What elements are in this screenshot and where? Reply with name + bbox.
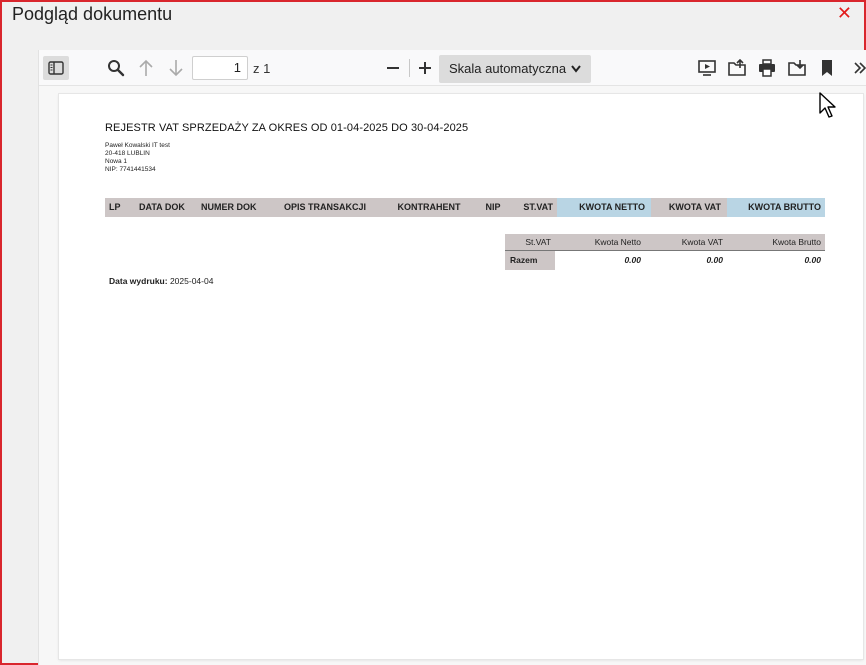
more-tools-button[interactable] xyxy=(849,56,866,80)
column-header: OPIS TRANSAKCJI xyxy=(267,198,383,217)
column-header: NUMER DOK xyxy=(197,198,267,217)
sidebar-toggle-icon xyxy=(48,61,64,75)
column-header: LP xyxy=(105,198,135,217)
company-street: Nowa 1 xyxy=(105,158,128,165)
sidebar-toggle-button[interactable] xyxy=(43,56,69,80)
zoom-in-button[interactable] xyxy=(411,56,439,80)
summary-netto-value: 0.00 xyxy=(624,255,641,265)
summary-column-header: St.VAT xyxy=(505,234,555,250)
summary-vat-value: 0.00 xyxy=(706,255,723,265)
open-file-icon xyxy=(728,59,746,76)
search-icon xyxy=(108,60,125,77)
column-header: ST.VAT xyxy=(511,198,557,217)
download-icon xyxy=(788,60,806,76)
summary-header: St.VAT Kwota Netto Kwota VAT Kwota Brutt… xyxy=(505,234,825,251)
presentation-mode-button[interactable] xyxy=(695,56,719,80)
company-nip: NIP: 7741441534 xyxy=(105,166,156,173)
viewer-toolbar: 1 z 1 Skala automatyczna xyxy=(39,50,866,86)
previous-page-button[interactable] xyxy=(133,56,159,80)
scale-select-value: Skala automatyczna xyxy=(449,61,567,76)
bookmark-button[interactable] xyxy=(815,56,839,80)
company-info: Paweł Kowalski IT test 20-418 LUBLIN Now… xyxy=(105,142,170,174)
summary-row: Razem 0.00 0.00 0.00 xyxy=(505,251,825,270)
page-number-input[interactable]: 1 xyxy=(192,56,248,80)
find-button[interactable] xyxy=(103,56,129,80)
arrow-up-icon xyxy=(139,59,153,76)
download-button[interactable] xyxy=(785,56,809,80)
print-date: Data wydruku: 2025-04-04 xyxy=(109,276,213,286)
document-page: REJESTR VAT SPRZEDAŻY ZA OKRES OD 01-04-… xyxy=(59,94,863,659)
dialog-header: Podgląd dokumentu ✕ xyxy=(2,2,864,36)
next-page-button[interactable] xyxy=(163,56,189,80)
summary-column-header: Kwota Brutto xyxy=(727,234,825,250)
company-name: Paweł Kowalski IT test xyxy=(105,142,170,149)
summary-column-header: Kwota VAT xyxy=(645,234,727,250)
chevron-down-icon xyxy=(571,55,581,94)
document-title: REJESTR VAT SPRZEDAŻY ZA OKRES OD 01-04-… xyxy=(105,122,469,134)
column-header: NIP xyxy=(475,198,511,217)
column-header: KONTRAHENT xyxy=(383,198,475,217)
toolbar-separator xyxy=(409,59,410,77)
print-date-value: 2025-04-04 xyxy=(169,276,214,286)
page-count-label: z 1 xyxy=(253,61,271,76)
zoom-out-button[interactable] xyxy=(379,56,407,80)
print-icon xyxy=(759,59,775,77)
print-button[interactable] xyxy=(755,56,779,80)
summary-brutto-value: 0.00 xyxy=(804,255,821,265)
mouse-cursor-icon xyxy=(819,92,836,118)
column-header: KWOTA VAT xyxy=(651,198,727,217)
presentation-icon xyxy=(698,60,716,76)
scale-select[interactable]: Skala automatyczna xyxy=(439,55,591,83)
plus-icon xyxy=(419,62,431,74)
dialog-title: Podgląd dokumentu xyxy=(12,4,173,24)
bookmark-icon xyxy=(822,60,832,76)
close-button[interactable]: ✕ xyxy=(837,3,852,24)
minus-icon xyxy=(387,67,399,69)
column-header: DATA DOK xyxy=(135,198,197,217)
dialog-frame: Podgląd dokumentu ✕ 1 z 1 Skala automaty… xyxy=(0,0,866,665)
column-header: KWOTA NETTO xyxy=(557,198,651,217)
print-date-label: Data wydruku: xyxy=(109,276,168,286)
register-table-header: LP DATA DOK NUMER DOK OPIS TRANSAKCJI KO… xyxy=(105,198,825,217)
arrow-down-icon xyxy=(169,60,183,77)
open-file-button[interactable] xyxy=(725,56,749,80)
summary-column-header: Kwota Netto xyxy=(555,234,645,250)
summary-row-label: Razem xyxy=(505,251,555,270)
pdf-viewer: 1 z 1 Skala automatyczna REJESTR VAT SPR… xyxy=(38,50,866,665)
column-header: KWOTA BRUTTO xyxy=(727,198,825,217)
company-city: 20-418 LUBLIN xyxy=(105,150,150,157)
more-icon xyxy=(854,62,866,74)
summary-table: St.VAT Kwota Netto Kwota VAT Kwota Brutt… xyxy=(505,234,825,270)
